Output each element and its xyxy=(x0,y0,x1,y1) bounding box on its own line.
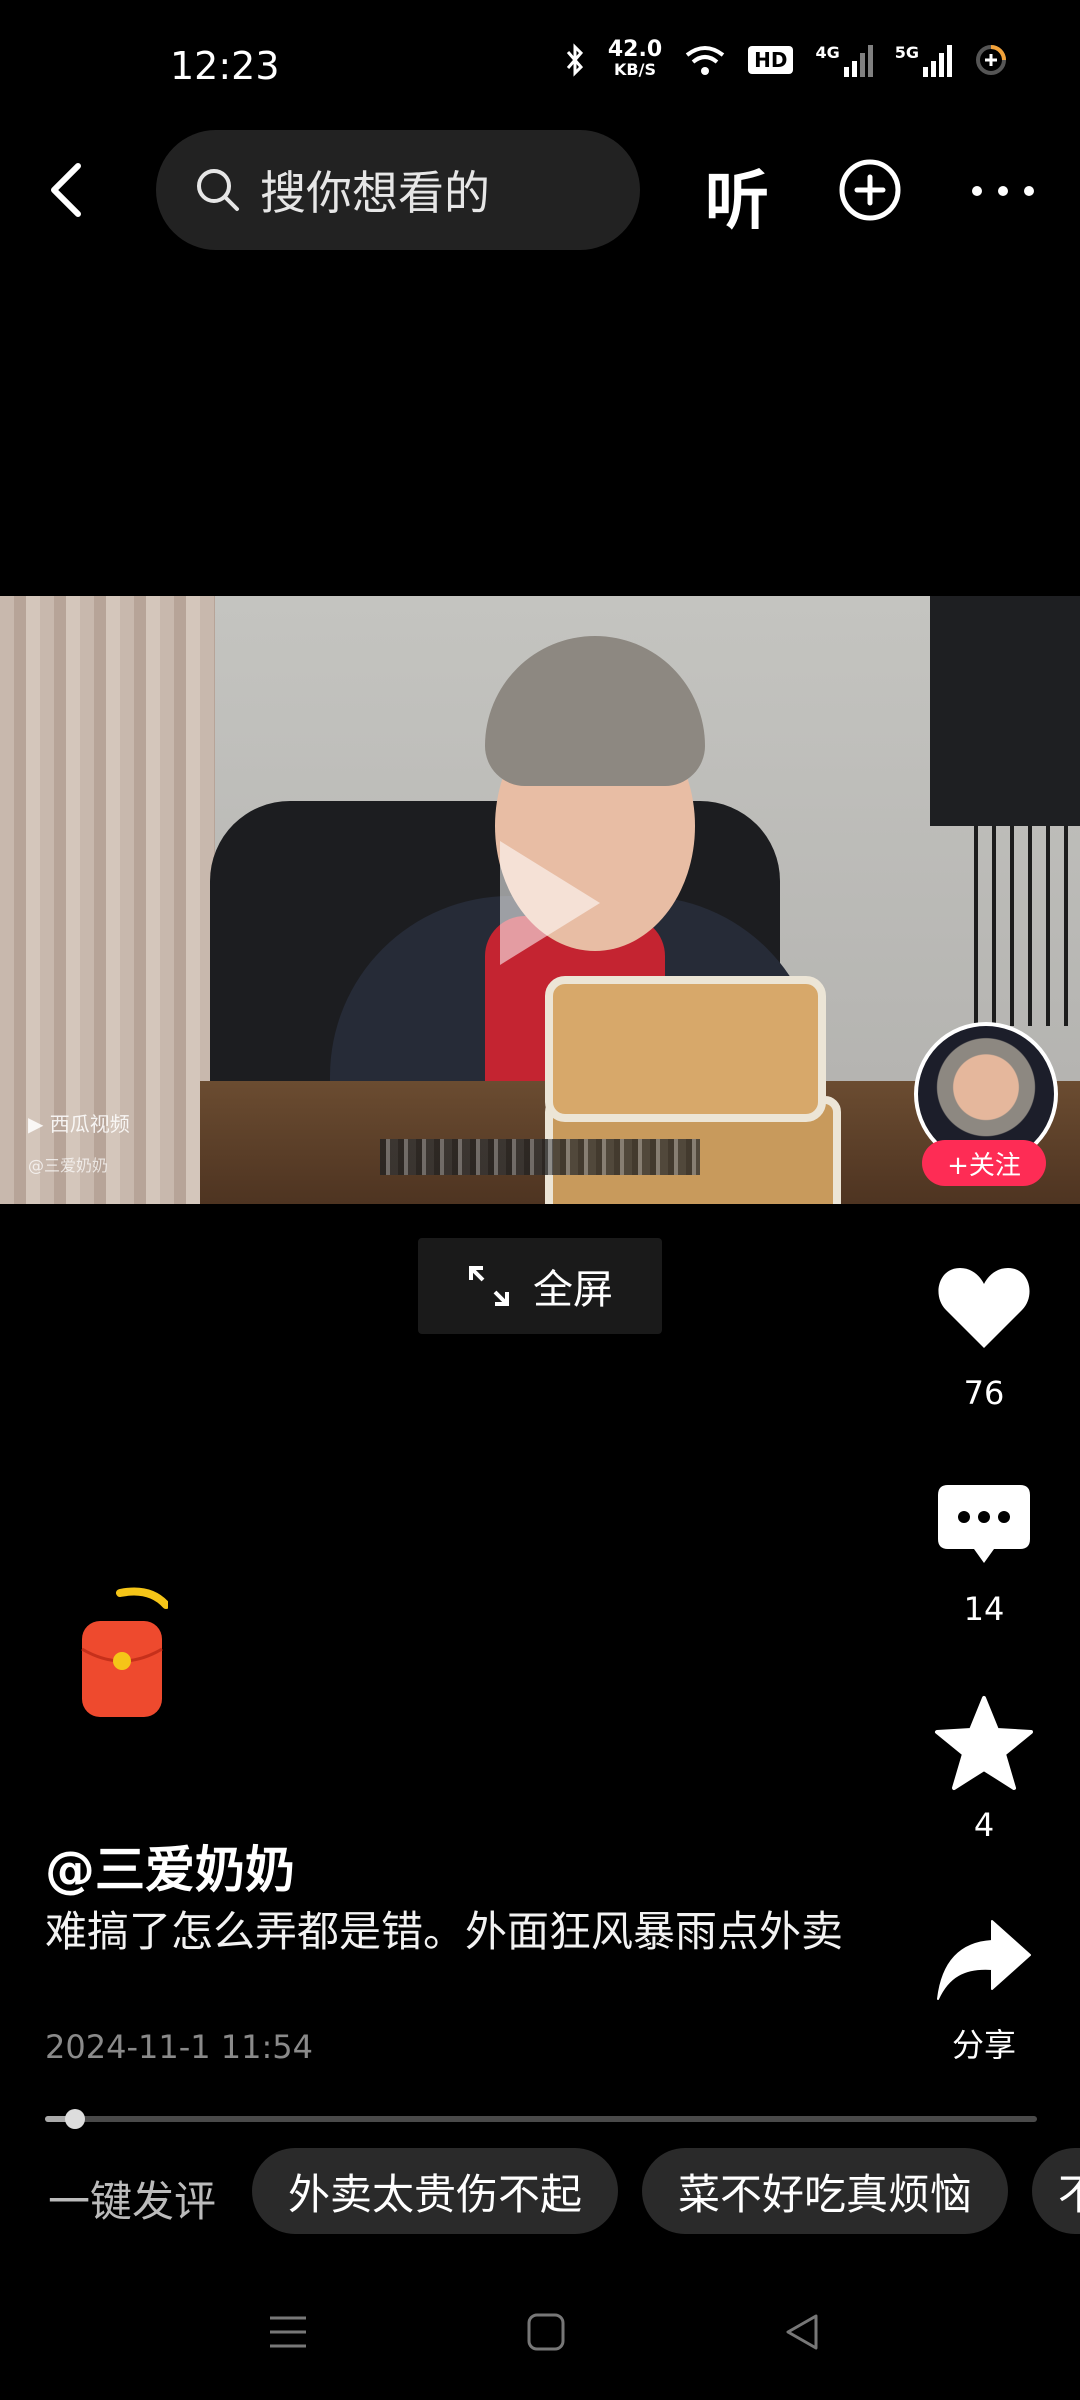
heart-icon[interactable] xyxy=(934,1258,1034,1358)
hd-badge: HD xyxy=(748,46,794,74)
star-icon[interactable] xyxy=(934,1694,1034,1794)
status-icons: 42.0 KB/S HD 4G 5G xyxy=(564,37,1008,80)
video-cables xyxy=(960,826,1070,1026)
signal-5g: 5G xyxy=(895,43,952,77)
video-food-box-upper xyxy=(545,976,826,1122)
back-nav-icon[interactable] xyxy=(782,2312,822,2352)
share-label[interactable]: 分享 xyxy=(929,2020,1039,2066)
comment-icon[interactable] xyxy=(934,1476,1034,1576)
quick-comment-label: 一键发评 xyxy=(48,2177,217,2226)
quick-comment-chip[interactable]: 外卖太贵伤不起 xyxy=(252,2148,618,2234)
search-box[interactable]: 搜你想看的 xyxy=(156,130,640,250)
like-count: 76 xyxy=(963,1374,1005,1412)
net-type-2: 5G xyxy=(894,43,919,62)
home-nav-icon[interactable] xyxy=(526,2312,566,2352)
video-subtitle xyxy=(380,1139,700,1175)
add-circle-icon[interactable] xyxy=(838,158,902,222)
speed-unit: KB/S xyxy=(614,60,656,79)
expand-icon xyxy=(469,1266,509,1306)
listen-button[interactable]: 听 xyxy=(705,150,769,242)
menu-nav-icon[interactable] xyxy=(268,2312,308,2352)
more-options-icon[interactable] xyxy=(972,186,1034,196)
net-type-1: 4G xyxy=(815,43,840,62)
speed-value: 42.0 xyxy=(607,37,663,62)
wifi-icon xyxy=(685,46,725,75)
progress-track[interactable] xyxy=(45,2116,1037,2122)
red-packet-icon[interactable] xyxy=(78,1585,168,1720)
bluetooth-icon xyxy=(566,43,583,77)
quick-comment-chip[interactable]: 不 xyxy=(1032,2148,1080,2234)
video-watermark-sub: @三爱奶奶 xyxy=(28,1156,109,1175)
play-icon[interactable] xyxy=(500,841,600,965)
video-tv xyxy=(930,596,1080,826)
author-name[interactable]: @三爱奶奶 xyxy=(45,1830,295,1902)
signal-4g: 4G xyxy=(815,43,873,77)
progress-knob[interactable] xyxy=(65,2109,85,2129)
video-watermark: ▶ 西瓜视频 xyxy=(28,1112,130,1136)
comment-count: 14 xyxy=(963,1590,1005,1628)
post-description: 难搞了怎么弄都是错。外面狂风暴雨点外卖 xyxy=(45,1907,844,1956)
back-icon[interactable] xyxy=(46,160,86,220)
fullscreen-button[interactable]: 全屏 xyxy=(418,1238,662,1334)
watermark-text: 西瓜视频 xyxy=(49,1112,130,1136)
quick-comment-chip[interactable]: 菜不好吃真烦恼 xyxy=(642,2148,1008,2234)
search-placeholder: 搜你想看的 xyxy=(260,166,490,220)
favorite-count: 4 xyxy=(973,1806,995,1844)
status-time: 12:23 xyxy=(170,44,280,88)
fullscreen-label: 全屏 xyxy=(533,1267,613,1313)
network-speed: 42.0 KB/S xyxy=(607,37,663,80)
search-icon xyxy=(197,169,239,211)
share-icon[interactable] xyxy=(934,1910,1034,2010)
battery-icon xyxy=(976,45,1006,75)
post-date: 2024-11-1 11:54 xyxy=(45,2028,313,2066)
follow-button[interactable]: +关注 xyxy=(922,1140,1046,1186)
